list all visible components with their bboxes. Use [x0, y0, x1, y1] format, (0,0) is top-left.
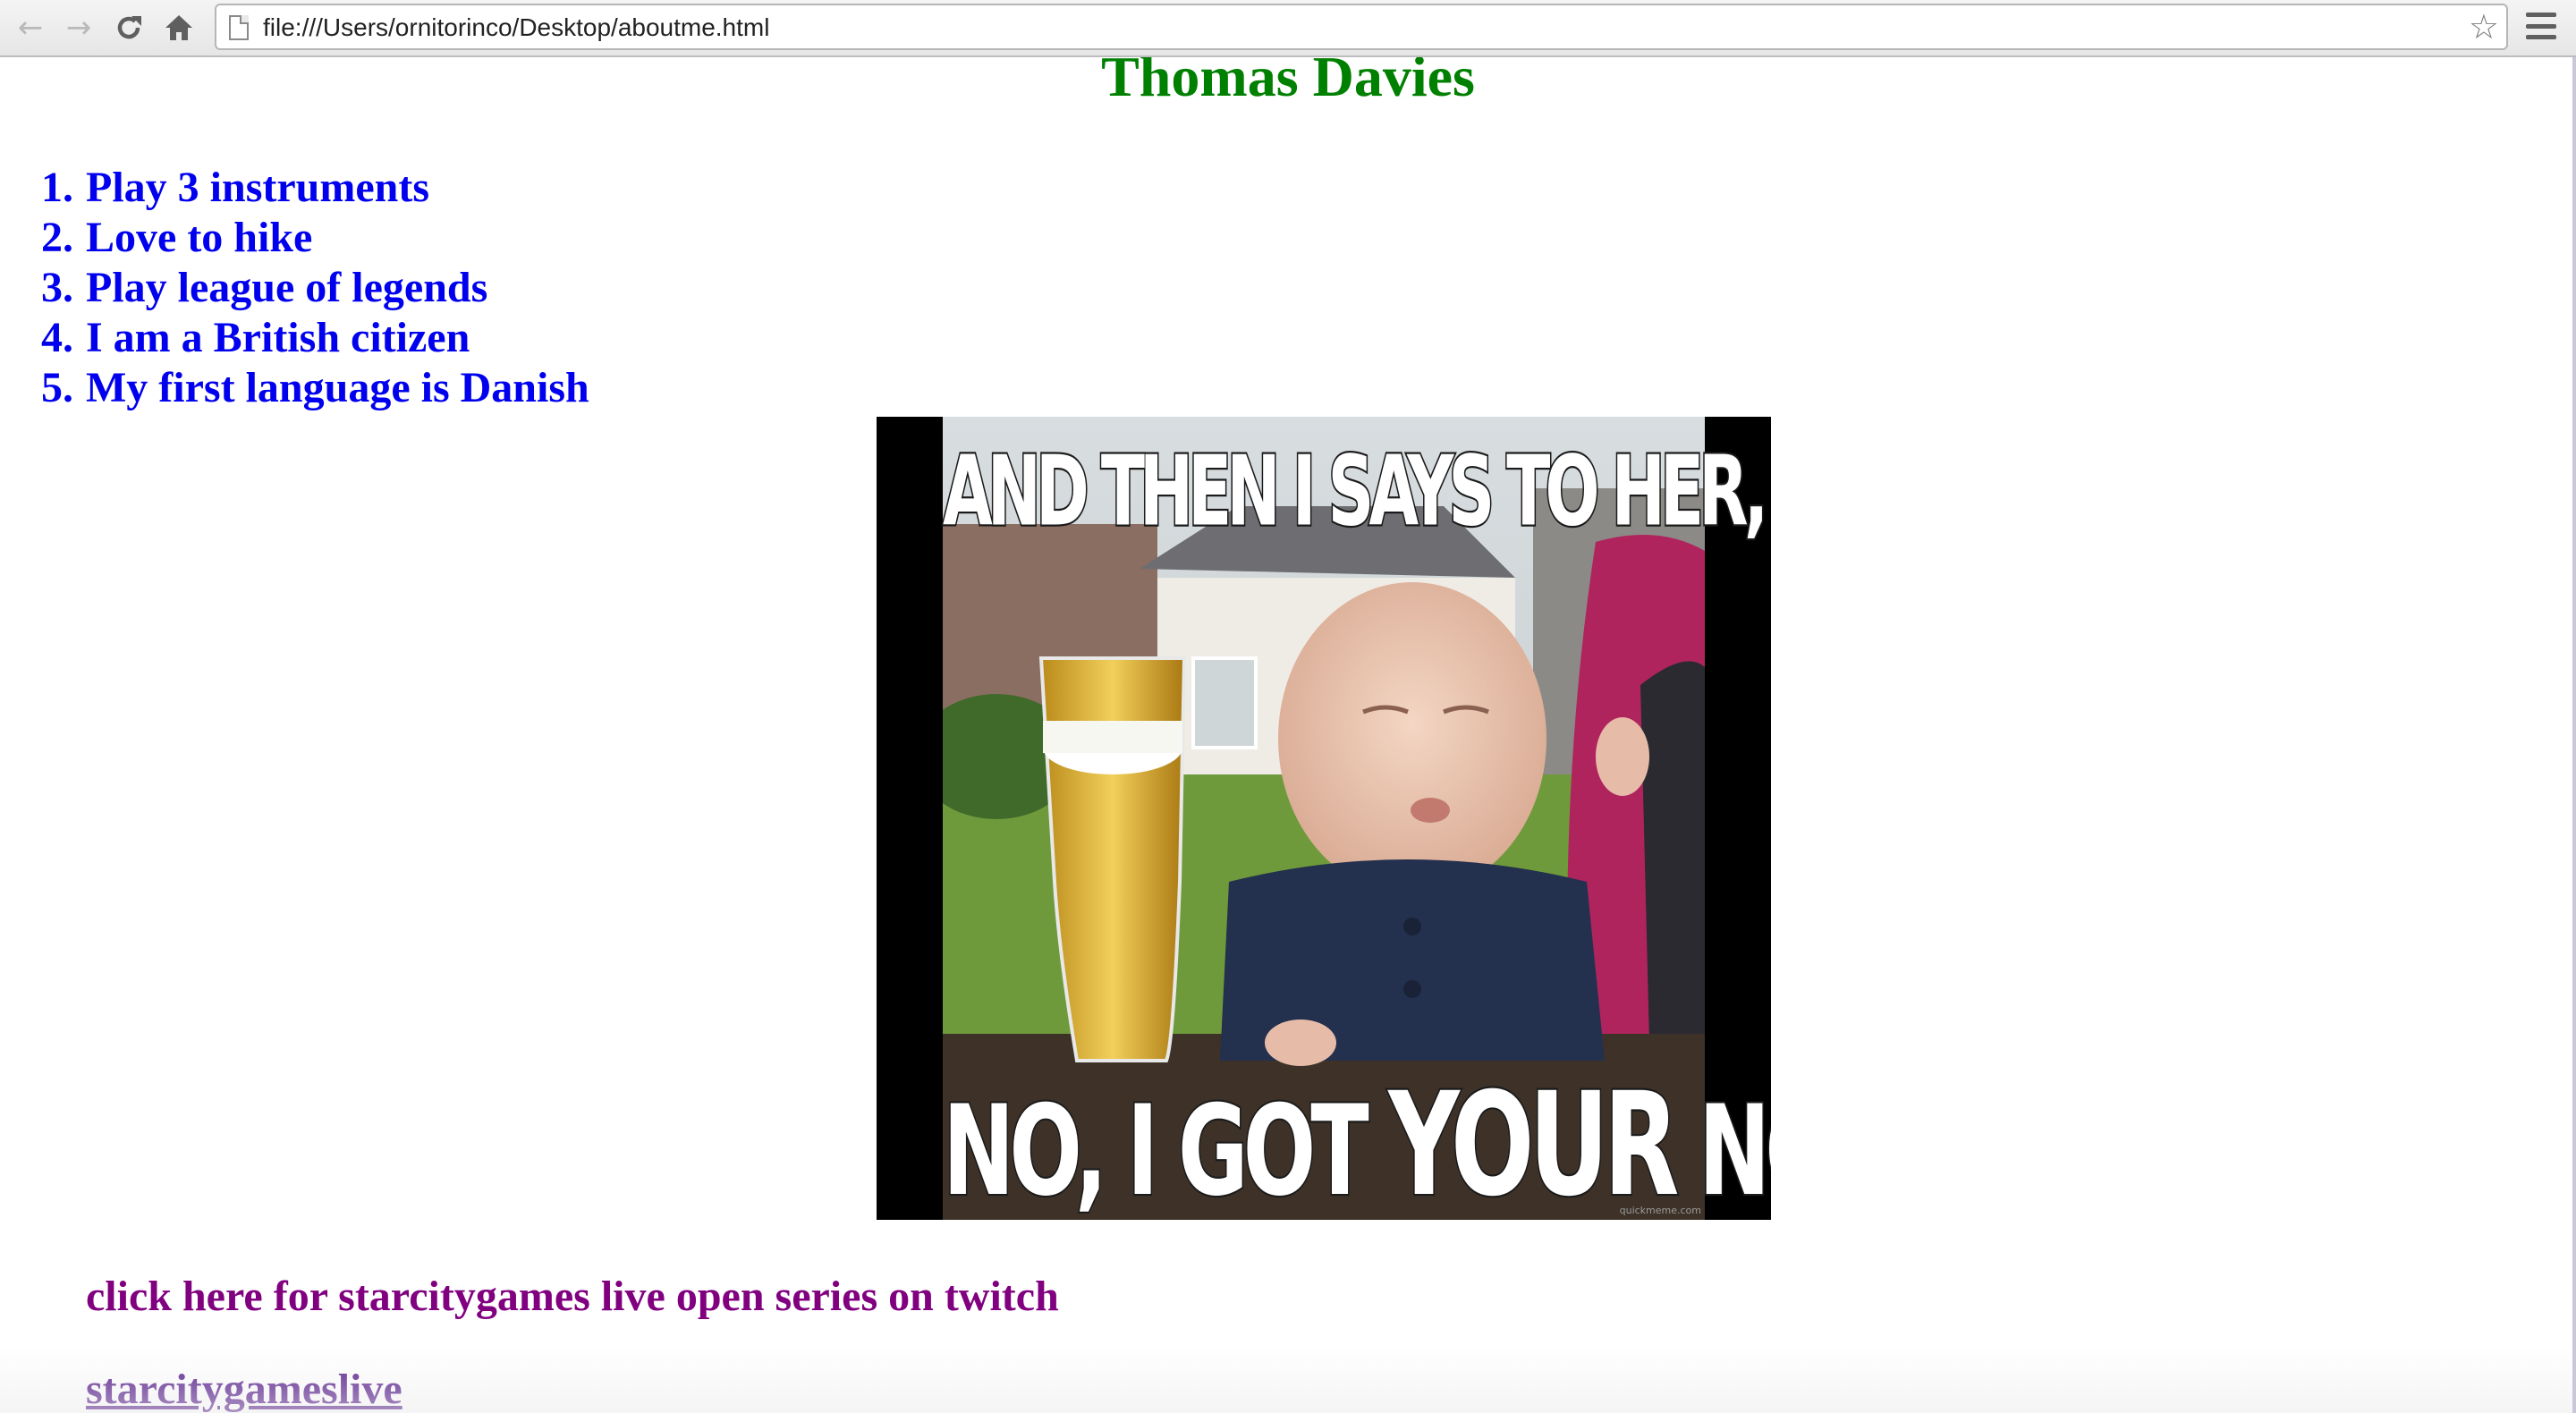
- list-item-number: 3.: [41, 264, 73, 311]
- home-icon[interactable]: [157, 7, 200, 48]
- menu-bar: [2526, 23, 2556, 29]
- list-item-text: Love to hike: [86, 214, 313, 261]
- home-icon-glyph: [165, 15, 192, 40]
- stream-link[interactable]: starcitygameslive: [86, 1363, 402, 1413]
- list-item: 3. Play league of legends: [0, 263, 589, 313]
- list-item-text: Play 3 instruments: [86, 164, 429, 211]
- twitch-link[interactable]: click here for starcitygames live open s…: [86, 1270, 1059, 1324]
- hamburger-menu-icon[interactable]: [2526, 13, 2556, 39]
- meme-bottom-caption-emphasis: YOUR: [1387, 1062, 1681, 1220]
- menu-bar: [2526, 13, 2556, 17]
- list-item-number: 4.: [41, 314, 73, 361]
- list-item-number: 2.: [41, 214, 73, 261]
- meme-bottom-caption: NO, I GOT YOUR NOSE.: [941, 1071, 1771, 1220]
- page-icon: [229, 15, 249, 40]
- page-content: Thomas Davies 1. Play 3 instruments 2. L…: [0, 57, 2576, 1413]
- list-item-number: 5.: [41, 364, 73, 411]
- meme-bottom-caption-part: NO, I GOT: [941, 1078, 1389, 1220]
- url-text[interactable]: file:///Users/ornitorinco/Desktop/aboutm…: [263, 13, 769, 43]
- list-item-number: 1.: [41, 164, 73, 211]
- back-arrow-icon[interactable]: ←: [9, 7, 52, 48]
- meme-watermark: quickmeme.com: [1619, 1205, 1701, 1216]
- page-title: Thomas Davies: [1101, 57, 1475, 108]
- window-edge: [2572, 57, 2576, 1413]
- list-item-text: My first language is Danish: [86, 364, 589, 411]
- list-item: 2. Love to hike: [0, 213, 589, 263]
- menu-bar: [2526, 35, 2556, 39]
- meme-image: AND THEN I SAYS TO HER, I SAYS, NO, I GO…: [877, 417, 1771, 1220]
- meme-bottom-caption-part: NOSE.: [1697, 1078, 1771, 1220]
- star-icon[interactable]: ☆: [2469, 7, 2499, 47]
- facts-list: 1. Play 3 instruments 2. Love to hike 3.…: [0, 163, 589, 413]
- list-item-text: Play league of legends: [86, 264, 488, 311]
- list-item: 5. My first language is Danish: [0, 363, 589, 413]
- browser-toolbar: ← → file:///Users/ornitorinco/Desktop/ab…: [0, 0, 2576, 57]
- list-item: 1. Play 3 instruments: [0, 163, 589, 213]
- forward-arrow-icon[interactable]: →: [57, 7, 100, 48]
- list-item: 4. I am a British citizen: [0, 313, 589, 363]
- reload-icon[interactable]: [107, 7, 150, 48]
- meme-top-caption: AND THEN I SAYS TO HER, I SAYS,: [942, 433, 1772, 550]
- list-item-text: I am a British citizen: [86, 314, 470, 361]
- reload-icon-glyph: [117, 16, 141, 39]
- address-bar[interactable]: file:///Users/ornitorinco/Desktop/aboutm…: [215, 4, 2508, 50]
